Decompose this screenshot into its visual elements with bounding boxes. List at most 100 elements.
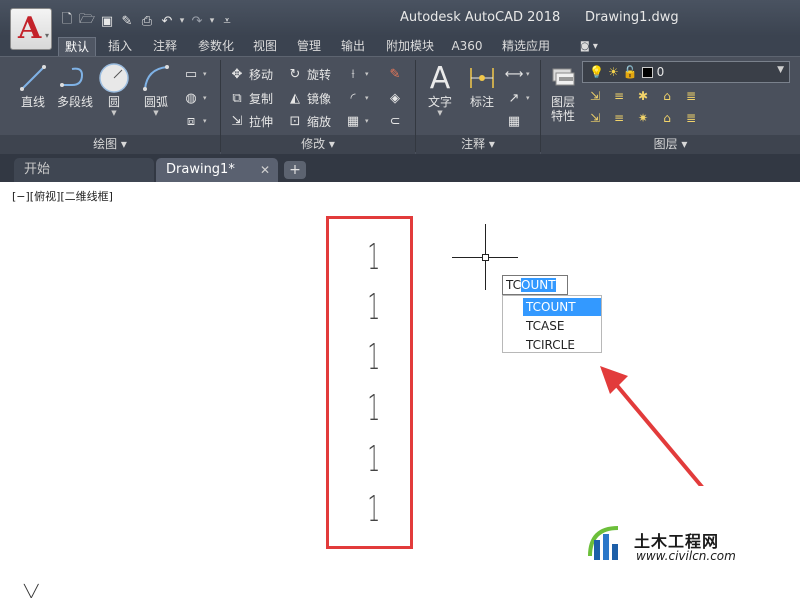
linear-dim-button[interactable]: ⟷ ▾ [505, 63, 530, 85]
copy-icon: ⧉ [232, 90, 242, 106]
layer-isolate-icon[interactable]: ≡ [609, 87, 629, 105]
tab-home[interactable]: 默认 [58, 37, 96, 56]
chevron-down-icon: ▾ [365, 117, 369, 125]
mirror-icon: ◭ [290, 90, 300, 106]
annotation-panel-title[interactable]: 注释 ▾ [416, 135, 540, 154]
trim-button[interactable]: ⟊ ▾ [344, 63, 369, 85]
dynamic-command-input[interactable]: TCOUNT [502, 275, 568, 295]
erase-button[interactable]: ✎ [386, 63, 404, 85]
offset-button[interactable]: ⊂ [386, 110, 404, 132]
application-menu-button[interactable]: A ▾ [10, 8, 52, 50]
circle-icon [93, 61, 135, 95]
arc-icon [135, 61, 177, 95]
layer-freeze-icon[interactable]: ✱ [633, 87, 653, 105]
drawing-tab[interactable]: Drawing1* ✕ [156, 158, 278, 182]
chevron-down-icon: ▾ [365, 70, 369, 78]
drawing-text[interactable]: 1 [368, 439, 381, 480]
explode-button[interactable]: ◈ [386, 87, 404, 109]
drawing-text[interactable]: 1 [368, 489, 381, 530]
layer-lock-icon[interactable]: ⌂ [657, 87, 677, 105]
new-tab-button[interactable]: + [284, 161, 306, 179]
drawing-text[interactable]: 1 [368, 287, 381, 328]
line-button[interactable]: 直线 [12, 61, 54, 109]
viewport-controls[interactable]: [−][俯视][二维线框] [12, 188, 113, 204]
print-icon[interactable]: ⎙ [138, 13, 156, 30]
tab-insert[interactable]: 插入 [103, 37, 137, 56]
ribbon-tab-row: 默认 插入 注释 参数化 视图 管理 输出 附加模块 A360 精选应用 ◙ ▾ [0, 36, 800, 56]
leader-button[interactable]: ↗ ▾ [505, 87, 530, 109]
new-file-icon[interactable]: 🗋 [58, 12, 76, 30]
ribbon: 直线 多段线 圆 ▼ 圆弧 ▼ ▭ ▾ ◍ ▾ ⧈ ▾ 绘图 ▾ ✥ 移动 ↻ 旋转 ⟊ ▾… [0, 56, 800, 154]
save-icon[interactable]: ▣ [98, 13, 116, 30]
explode-icon: ◈ [390, 90, 400, 106]
layer-match-icon[interactable]: ≣ [681, 87, 701, 105]
redo-icon[interactable]: ↷ [188, 13, 206, 30]
hatch-tool[interactable]: ◍ ▾ [182, 87, 206, 109]
table-button[interactable]: ▦ [505, 110, 523, 132]
tab-output[interactable]: 输出 [336, 37, 370, 56]
scale-button[interactable]: ⊡ 缩放 [286, 110, 331, 132]
ribbon-options-icon[interactable]: ◙ ▾ [574, 37, 604, 56]
drawing-text[interactable]: 1 [368, 388, 381, 429]
tab-annotate[interactable]: 注释 [148, 37, 182, 56]
rotate-label: 旋转 [307, 67, 332, 82]
modify-panel-title[interactable]: 修改 ▾ [221, 135, 415, 154]
layer-on-icon[interactable]: ⇲ [585, 109, 605, 127]
draw-panel-title[interactable]: 绘图 ▾ [0, 135, 220, 154]
offset-icon: ⊂ [389, 113, 401, 129]
layer-walk-icon[interactable]: ≣ [681, 109, 701, 127]
layer-properties-button[interactable]: 图层 特性 [544, 61, 582, 123]
rotate-button[interactable]: ↻ 旋转 [286, 63, 331, 85]
drawing-text[interactable]: 1 [368, 337, 381, 378]
save-as-icon[interactable]: ✎ [118, 13, 136, 30]
layer-unlock-icon[interactable]: ⌂ [657, 109, 677, 127]
circle-label: 圆 [107, 95, 120, 109]
file-tab-bar: 开始 Drawing1* ✕ + [0, 154, 800, 182]
autocomplete-item[interactable]: TCASE [523, 317, 601, 335]
copy-button[interactable]: ⧉ 复制 [228, 87, 273, 109]
move-icon: ✥ [231, 66, 243, 82]
open-folder-icon[interactable]: 🗁 [78, 12, 96, 30]
stretch-button[interactable]: ⇲ 拉伸 [228, 110, 273, 132]
mirror-button[interactable]: ◭ 镜像 [286, 87, 331, 109]
layer-dropdown[interactable]: 💡 ☀ 🔓 0 ▼ [582, 61, 790, 83]
scale-label: 缩放 [307, 114, 332, 129]
layer-unisolate-icon[interactable]: ≡ [609, 109, 629, 127]
tab-view[interactable]: 视图 [248, 37, 282, 56]
start-tab[interactable]: 开始 [14, 158, 154, 182]
text-button[interactable]: A 文字 ▼ [419, 61, 461, 118]
arc-button[interactable]: 圆弧 ▼ [135, 61, 177, 118]
layers-panel-title[interactable]: 图层 ▾ [541, 135, 800, 154]
autocomplete-item[interactable]: TCIRCLE [523, 336, 601, 354]
autocomplete-item[interactable]: TCOUNT [523, 298, 601, 316]
tab-addins[interactable]: 附加模块 [380, 37, 440, 56]
fillet-button[interactable]: ◜ ▾ [344, 87, 368, 109]
boundary-tool[interactable]: ⧈ ▾ [182, 110, 207, 132]
rectangle-tool[interactable]: ▭ ▾ [182, 63, 207, 85]
tab-manage[interactable]: 管理 [292, 37, 326, 56]
drawing-canvas[interactable]: [−][俯视][二维线框] 1 1 1 1 1 1 TCOUNT TCOUNT … [0, 182, 800, 600]
chevron-down-icon[interactable]: ╲╱ [24, 584, 38, 598]
close-icon[interactable]: ✕ [260, 158, 270, 182]
tab-featured-apps[interactable]: 精选应用 [496, 37, 556, 56]
annotation-arrow-icon [600, 366, 710, 496]
undo-icon[interactable]: ↶ [158, 13, 176, 30]
array-button[interactable]: ▦ ▾ [344, 110, 369, 132]
circle-button[interactable]: 圆 ▼ [93, 61, 135, 118]
current-layer-value: 0 [656, 65, 665, 79]
polyline-button[interactable]: 多段线 [53, 61, 97, 109]
layer-off-icon[interactable]: ⇲ [585, 87, 605, 105]
boundary-icon: ⧈ [186, 113, 196, 129]
layer-properties-label: 图层 [550, 95, 575, 109]
move-button[interactable]: ✥ 移动 [228, 63, 273, 85]
undo-dropdown-icon[interactable]: ▾ [178, 13, 186, 30]
layer-thaw-icon[interactable]: ✷ [633, 109, 653, 127]
redo-dropdown-icon[interactable]: ▾ [208, 13, 216, 30]
chevron-down-icon: ▼ [777, 65, 784, 75]
tab-parametric[interactable]: 参数化 [192, 37, 240, 56]
chevron-down-icon: ▾ [44, 31, 49, 40]
tab-a360[interactable]: A360 [448, 37, 486, 56]
customize-qat-icon[interactable]: ⩡ [218, 13, 236, 30]
drawing-text[interactable]: 1 [368, 237, 381, 278]
dimension-button[interactable]: 标注 [461, 61, 503, 109]
